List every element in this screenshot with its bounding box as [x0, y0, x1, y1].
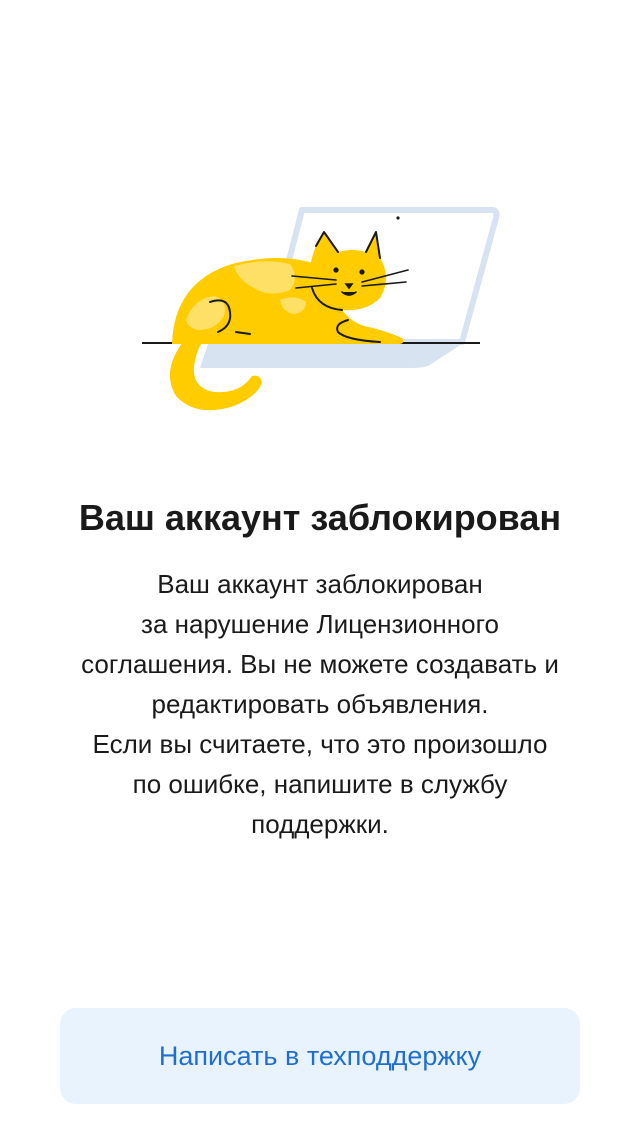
laptop-base-shape — [200, 344, 462, 368]
message-line: за нарушение Лицензионного — [141, 609, 499, 639]
page-title: Ваш аккаунт заблокирован — [78, 497, 562, 538]
message-line: соглашения. Вы не можете создавать и — [81, 649, 559, 679]
cat-eye — [333, 267, 339, 273]
message-line: Ваш аккаунт заблокирован — [157, 569, 483, 599]
cat-on-laptop-illustration — [142, 207, 500, 411]
message-line: Если вы считаете, что это произошло — [92, 729, 548, 759]
message-line: редактировать объявления. — [151, 689, 489, 719]
laptop-camera-dot — [396, 216, 400, 220]
block-message: Ваш аккаунт заблокирован за нарушение Ли… — [40, 564, 600, 844]
contact-support-button[interactable]: Написать в техподдержку — [60, 1008, 580, 1104]
message-line: поддержки. — [251, 809, 389, 839]
cat-eye — [359, 269, 365, 275]
message-line: по ошибке, напишите в службу — [132, 769, 508, 799]
